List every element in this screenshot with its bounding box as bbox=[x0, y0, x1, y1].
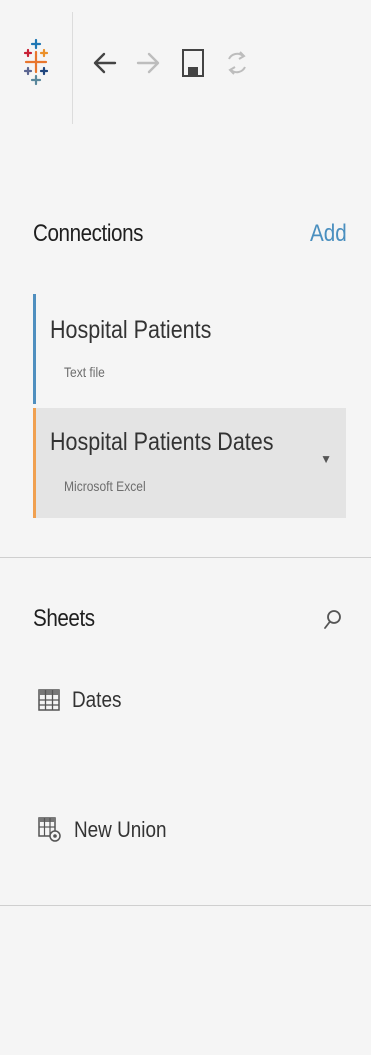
forward-icon bbox=[136, 52, 160, 74]
sheet-label: New Union bbox=[74, 817, 167, 842]
connection-dropdown-caret-icon[interactable]: ▼ bbox=[320, 452, 332, 466]
section-divider bbox=[0, 557, 371, 558]
refresh-icon bbox=[228, 51, 246, 75]
toolbar-divider bbox=[72, 12, 73, 124]
tableau-logo-icon bbox=[23, 38, 49, 88]
connection-item-hospital-patients-dates[interactable]: Hospital Patients Dates Microsoft Excel … bbox=[33, 408, 346, 518]
back-button[interactable] bbox=[90, 46, 120, 80]
connection-item-hospital-patients[interactable]: Hospital Patients Text file bbox=[33, 294, 346, 404]
connection-name: Hospital Patients bbox=[50, 316, 212, 344]
add-connection-link[interactable]: Add bbox=[310, 220, 347, 248]
forward-button[interactable] bbox=[133, 46, 163, 80]
connection-type: Text file bbox=[64, 364, 105, 380]
connection-name: Hospital Patients Dates bbox=[50, 428, 274, 456]
table-icon bbox=[38, 689, 60, 711]
sheets-title: Sheets bbox=[33, 605, 95, 632]
connections-title: Connections bbox=[33, 220, 144, 247]
back-icon bbox=[93, 52, 117, 74]
sheets-search-button[interactable] bbox=[323, 608, 343, 632]
refresh-button[interactable] bbox=[222, 46, 252, 80]
sheet-item-new-union[interactable]: New Union bbox=[38, 813, 182, 847]
union-icon bbox=[38, 817, 61, 842]
section-divider bbox=[0, 905, 371, 906]
save-icon bbox=[182, 49, 204, 77]
sheet-label: Dates bbox=[72, 687, 122, 712]
save-button[interactable] bbox=[178, 46, 208, 80]
search-icon bbox=[324, 610, 341, 629]
connection-type: Microsoft Excel bbox=[64, 478, 146, 494]
sheet-item-dates[interactable]: Dates bbox=[38, 683, 129, 717]
